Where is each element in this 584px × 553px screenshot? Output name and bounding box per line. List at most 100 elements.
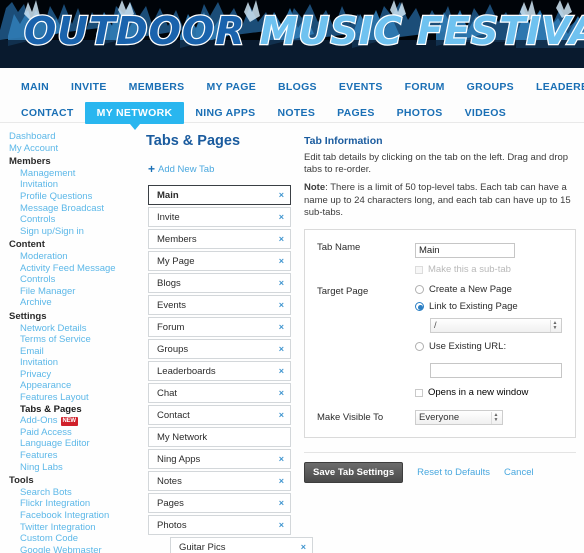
page-root: OUTDOOR MUSIC FESTIVALS MAININVITEMEMBER…	[0, 0, 584, 553]
tab-row[interactable]: My Page ×	[148, 251, 291, 271]
new-window-checkbox-row[interactable]: Opens in a new window	[415, 387, 565, 398]
sidebar-item-controls[interactable]: Controls	[9, 214, 140, 226]
remove-tab-icon[interactable]: ×	[301, 542, 306, 552]
nav-item-leaderboards[interactable]: LEADERBOARDS	[525, 77, 584, 97]
sidebar-item-ning-labs[interactable]: Ning Labs	[9, 462, 140, 474]
nav-item-invite[interactable]: INVITE	[60, 77, 118, 97]
sidebar-link-dashboard[interactable]: Dashboard	[9, 131, 140, 143]
sidebar-item-search-bots[interactable]: Search Bots	[9, 487, 140, 499]
sidebar-item-twitter-integration[interactable]: Twitter Integration	[9, 522, 140, 534]
sidebar-item-management[interactable]: Management	[9, 168, 140, 180]
nav-item-forum[interactable]: FORUM	[394, 77, 456, 97]
sidebar-item-archive[interactable]: Archive	[9, 297, 140, 309]
tab-row[interactable]: Groups ×	[148, 339, 291, 359]
panel-note: Note: There is a limit of 50 top-level t…	[304, 182, 576, 219]
sidebar-item-flickr-integration[interactable]: Flickr Integration	[9, 498, 140, 510]
sidebar-item-custom-code[interactable]: Custom Code	[9, 533, 140, 545]
remove-tab-icon[interactable]: ×	[279, 454, 284, 464]
remove-tab-icon[interactable]: ×	[279, 212, 284, 222]
tab-row[interactable]: Notes ×	[148, 471, 291, 491]
tab-row[interactable]: Invite ×	[148, 207, 291, 227]
tab-name-input[interactable]	[415, 243, 515, 259]
remove-tab-icon[interactable]: ×	[279, 366, 284, 376]
radio-use-existing-url[interactable]: Use Existing URL:	[415, 341, 565, 352]
remove-tab-icon[interactable]: ×	[279, 278, 284, 288]
nav-item-members[interactable]: MEMBERS	[118, 77, 196, 97]
nav-item-groups[interactable]: GROUPS	[456, 77, 525, 97]
remove-tab-icon[interactable]: ×	[279, 234, 284, 244]
sidebar-item-language-editor[interactable]: Language Editor	[9, 438, 140, 450]
tab-row[interactable]: Contact ×	[148, 405, 291, 425]
tab-row[interactable]: Pages ×	[148, 493, 291, 513]
sidebar-item-features[interactable]: Features	[9, 450, 140, 462]
nav-item-contact[interactable]: CONTACT	[10, 103, 85, 123]
sidebar-item-message-broadcast[interactable]: Message Broadcast	[9, 203, 140, 215]
sidebar-item-invitation[interactable]: Invitation	[9, 179, 140, 191]
tab-row[interactable]: Leaderboards ×	[148, 361, 291, 381]
sidebar-item-email[interactable]: Email	[9, 346, 140, 358]
remove-tab-icon[interactable]: ×	[279, 476, 284, 486]
existing-page-select[interactable]: / ▲ ▼	[430, 318, 562, 334]
tab-row[interactable]: Blogs ×	[148, 273, 291, 293]
remove-tab-icon[interactable]: ×	[279, 520, 284, 530]
nav-item-photos[interactable]: PHOTOS	[386, 103, 454, 123]
tab-row[interactable]: Ning Apps ×	[148, 449, 291, 469]
tab-row[interactable]: Chat ×	[148, 383, 291, 403]
tab-row[interactable]: Main ×	[148, 185, 291, 205]
nav-item-pages[interactable]: PAGES	[326, 103, 385, 123]
remove-tab-icon[interactable]: ×	[279, 322, 284, 332]
sidebar-item-add-ons[interactable]: Add-Ons NEW	[9, 415, 140, 427]
sidebar-item-features-layout[interactable]: Features Layout	[9, 392, 140, 404]
sidebar-item-appearance[interactable]: Appearance	[9, 380, 140, 392]
remove-tab-icon[interactable]: ×	[279, 498, 284, 508]
sidebar-item-terms-of-service[interactable]: Terms of Service	[9, 334, 140, 346]
remove-tab-icon[interactable]: ×	[279, 190, 284, 200]
tab-row[interactable]: My Network	[148, 427, 291, 447]
sidebar-link-my-account[interactable]: My Account	[9, 143, 140, 155]
nav-item-events[interactable]: EVENTS	[328, 77, 394, 97]
tab-row[interactable]: Forum ×	[148, 317, 291, 337]
new-window-checkbox[interactable]	[415, 388, 423, 397]
remove-tab-icon[interactable]: ×	[279, 300, 284, 310]
nav-item-main[interactable]: MAIN	[10, 77, 60, 97]
nav-item-blogs[interactable]: BLOGS	[267, 77, 328, 97]
remove-tab-icon[interactable]: ×	[279, 256, 284, 266]
sidebar-item-activity-feed-message[interactable]: Activity Feed Message	[9, 263, 140, 275]
tab-row[interactable]: Events ×	[148, 295, 291, 315]
tab-label: Photos	[157, 519, 187, 531]
sidebar-item-controls[interactable]: Controls	[9, 274, 140, 286]
radio-create-new-page[interactable]: Create a New Page	[415, 284, 565, 295]
reset-to-defaults-link[interactable]: Reset to Defaults	[417, 467, 490, 478]
radio-link-existing-page[interactable]: Link to Existing Page	[415, 301, 565, 312]
sidebar-item-sign-up-sign-in[interactable]: Sign up/Sign in	[9, 226, 140, 238]
tab-row[interactable]: Members ×	[148, 229, 291, 249]
visibility-select[interactable]: Everyone ▲ ▼	[415, 410, 503, 426]
nav-item-my-network[interactable]: MY NETWORK	[84, 102, 185, 130]
nav-item-ning-apps[interactable]: NING APPS	[184, 103, 266, 123]
sidebar-item-moderation[interactable]: Moderation	[9, 251, 140, 263]
sidebar-item-invitation[interactable]: Invitation	[9, 357, 140, 369]
visible-to-label: Make Visible To	[317, 412, 384, 424]
remove-tab-icon[interactable]: ×	[279, 388, 284, 398]
sidebar-item-privacy[interactable]: Privacy	[9, 369, 140, 381]
sidebar-item-profile-questions[interactable]: Profile Questions	[9, 191, 140, 203]
sidebar-item-paid-access[interactable]: Paid Access	[9, 427, 140, 439]
add-new-tab-button[interactable]: + Add New Tab	[148, 162, 300, 176]
tab-row[interactable]: Photos ×	[148, 515, 291, 535]
remove-tab-icon[interactable]: ×	[279, 344, 284, 354]
existing-url-input[interactable]	[430, 363, 562, 379]
cancel-link[interactable]: Cancel	[504, 467, 534, 478]
sidebar-item-network-details[interactable]: Network Details	[9, 323, 140, 335]
visibility-row: Make Visible To Everyone ▲ ▼	[317, 410, 565, 426]
nav-item-notes[interactable]: NOTES	[266, 103, 326, 123]
save-tab-settings-button[interactable]: Save Tab Settings	[304, 462, 404, 484]
sidebar-item-tabs-pages: Tabs & Pages	[20, 403, 82, 415]
nav-item-my-page[interactable]: MY PAGE	[195, 77, 267, 97]
nav-item-videos[interactable]: VIDEOS	[454, 103, 517, 123]
remove-tab-icon[interactable]: ×	[279, 410, 284, 420]
sidebar-item-file-manager[interactable]: File Manager	[9, 286, 140, 298]
sidebar-item-google-webmaster[interactable]: Google Webmaster	[9, 545, 140, 553]
tab-row[interactable]: Guitar Pics ×	[170, 537, 313, 553]
sidebar-item-facebook-integration[interactable]: Facebook Integration	[9, 510, 140, 522]
tab-label: Leaderboards	[157, 365, 216, 377]
